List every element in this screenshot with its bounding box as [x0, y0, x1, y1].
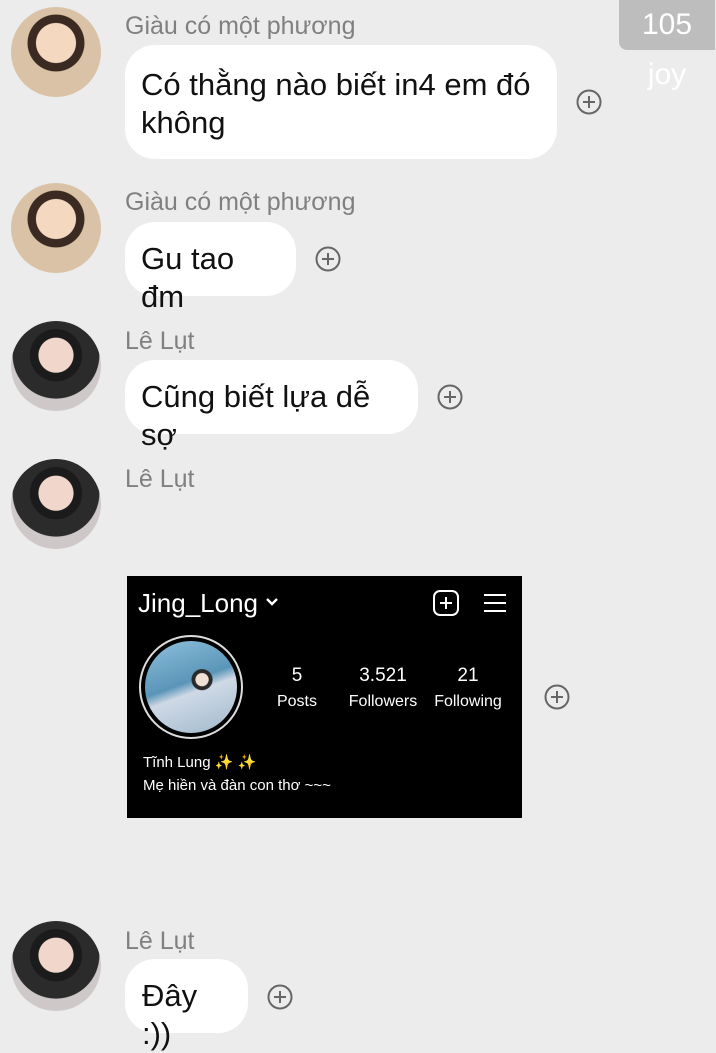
avatar[interactable]	[11, 921, 101, 1011]
add-reaction-icon[interactable]	[576, 89, 602, 115]
sender-name: Giàu có một phương	[125, 188, 356, 216]
shared-profile-screenshot[interactable]: Jing_Long 5 Posts 3.521 Followers 21 Fol…	[127, 576, 522, 818]
add-reaction-icon[interactable]	[315, 246, 341, 272]
avatar[interactable]	[11, 459, 101, 549]
stat-value: 5	[291, 665, 303, 686]
stat-value: 3.521	[359, 665, 407, 686]
stat-label: Posts	[276, 693, 317, 710]
chevron-down-icon	[262, 592, 282, 612]
avatar[interactable]	[11, 321, 101, 411]
bio-name: Tĩnh Lung ✨ ✨	[143, 754, 257, 771]
joy-counter: 105 joy	[619, 0, 715, 91]
stat-label: Followers	[348, 693, 418, 710]
stat-following: 21 Following	[427, 666, 509, 712]
add-reaction-icon[interactable]	[544, 684, 570, 710]
message-bubble[interactable]: Cũng biết lựa dễ sợ	[125, 360, 418, 452]
profile-photo	[139, 635, 243, 739]
add-reaction-icon[interactable]	[267, 984, 293, 1010]
message-bubble[interactable]: Gu tao đm	[125, 222, 296, 314]
avatar[interactable]	[11, 183, 101, 273]
sender-name: Lê Lụt	[125, 327, 195, 355]
stat-label: Following	[434, 693, 502, 710]
message-bubble[interactable]: Có thằng nào biết in4 em đó không	[125, 45, 557, 159]
add-reaction-icon[interactable]	[437, 384, 463, 410]
message-bubble[interactable]: Đây :))	[125, 959, 248, 1051]
avatar[interactable]	[11, 7, 101, 97]
stat-posts: 5 Posts	[267, 666, 327, 712]
sender-name: Lê Lụt	[125, 465, 195, 493]
bio-text: Mẹ hiền và đàn con thơ ~~~	[143, 777, 331, 794]
add-square-icon	[432, 589, 460, 617]
sender-name: Lê Lụt	[125, 927, 195, 955]
stat-value: 21	[457, 665, 479, 686]
stat-followers: 3.521 Followers	[341, 666, 425, 712]
sender-name: Giàu có một phương	[125, 12, 356, 40]
profile-username: Jing_Long	[138, 588, 258, 618]
hamburger-menu-icon	[482, 591, 508, 615]
